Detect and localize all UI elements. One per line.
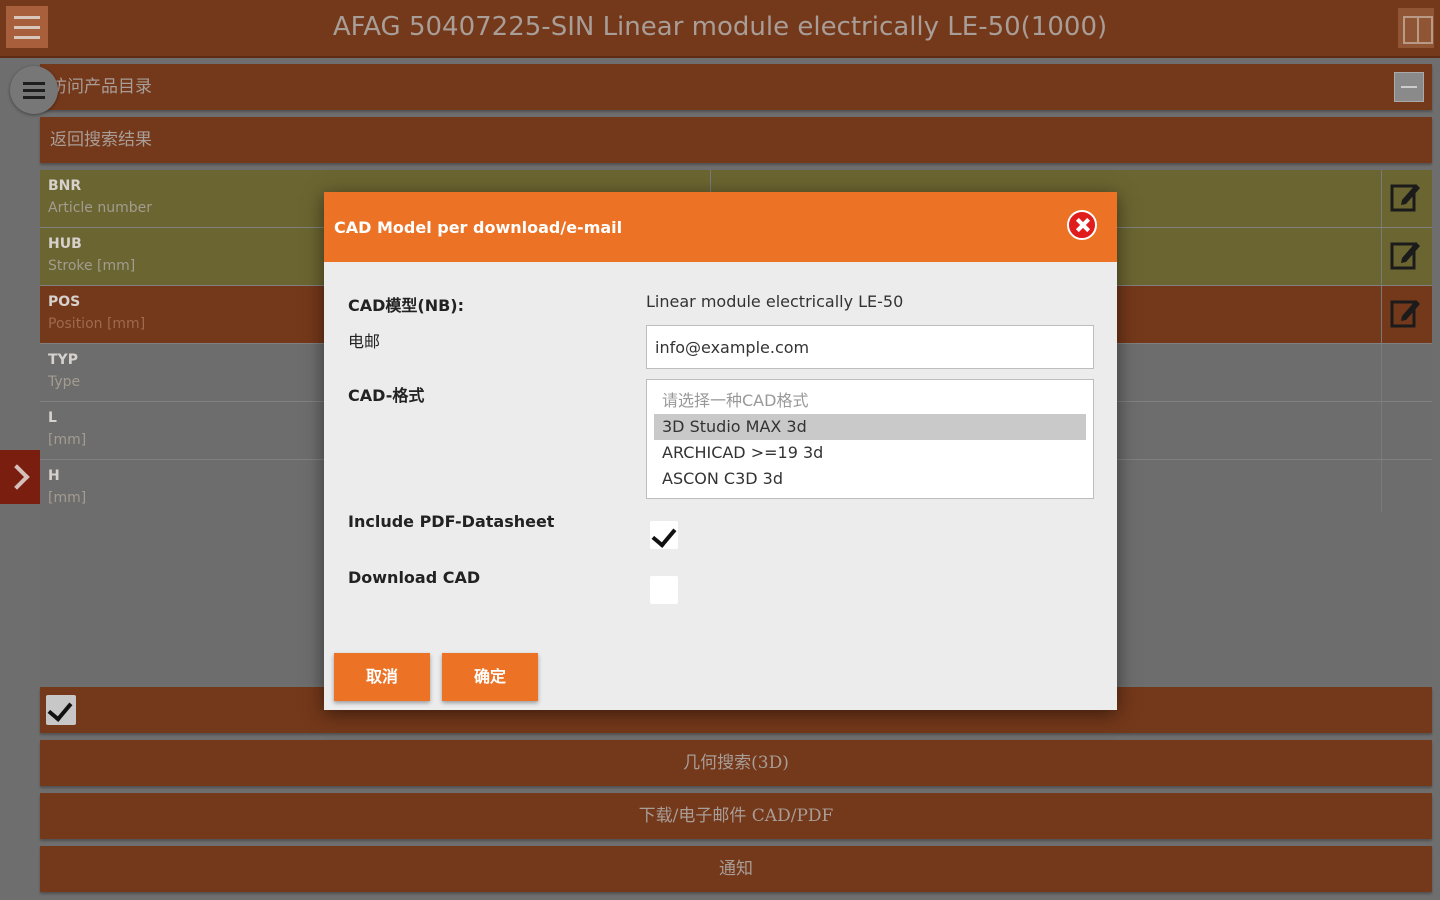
param-code: BNR <box>48 178 82 194</box>
catalog-label: 访问产品目录 <box>50 77 152 97</box>
notification-label: 通知 <box>719 859 753 879</box>
cad-model-value: Linear module electrically LE-50 <box>646 292 904 311</box>
param-code: POS <box>48 294 81 310</box>
download-cad-pdf-label: 下载/电子邮件 CAD/PDF <box>638 806 834 826</box>
catalog-bar[interactable]: 访问产品目录 <box>40 64 1432 110</box>
hamburger-menu-icon[interactable] <box>6 6 48 48</box>
back-to-results-bar[interactable]: 返回搜索结果 <box>40 117 1432 163</box>
app-title: AFAG 50407225-SIN Linear module electric… <box>332 12 1108 42</box>
edit-cell[interactable] <box>1381 228 1432 285</box>
download-cad-pdf-bar[interactable]: 下载/电子邮件 CAD/PDF <box>40 793 1432 839</box>
panel-toggle-icon[interactable] <box>1398 8 1434 48</box>
download-cad-checkbox[interactable] <box>650 576 678 604</box>
cad-model-label: CAD模型(NB): <box>348 296 465 315</box>
geometry-search-bar[interactable]: 几何搜索(3D) <box>40 740 1432 786</box>
check-icon <box>47 696 73 722</box>
param-desc: Position [mm] <box>48 316 146 332</box>
edit-icon[interactable] <box>1390 238 1420 270</box>
notification-bar[interactable]: 通知 <box>40 846 1432 892</box>
param-desc: Stroke [mm] <box>48 258 136 274</box>
include-pdf-checkbox[interactable] <box>650 521 678 549</box>
edit-cell[interactable] <box>1381 286 1432 343</box>
check-icon <box>651 522 677 548</box>
collapse-icon[interactable] <box>1394 72 1424 102</box>
ok-button[interactable]: 确定 <box>442 653 538 701</box>
param-code: HUB <box>48 236 82 252</box>
edit-cell <box>1381 402 1432 459</box>
cad-format-label: CAD-格式 <box>348 386 425 405</box>
format-option[interactable]: ARCHICAD >=19 3d <box>654 440 1086 466</box>
top-app-bar: AFAG 50407225-SIN Linear module electric… <box>0 0 1440 58</box>
param-desc: Article number <box>48 200 153 216</box>
include-pdf-label: Include PDF-Datasheet <box>348 512 555 531</box>
param-desc: Type <box>48 374 81 390</box>
format-option-placeholder[interactable]: 请选择一种CAD格式 <box>654 388 1086 414</box>
cancel-button[interactable]: 取消 <box>334 653 430 701</box>
edit-cell[interactable] <box>1381 170 1432 227</box>
expand-side-panel-chevron-icon[interactable] <box>0 450 40 504</box>
param-code: L <box>48 410 57 426</box>
param-desc: [mm] <box>48 432 87 448</box>
close-icon[interactable] <box>1067 210 1097 240</box>
edit-cell <box>1381 460 1432 517</box>
email-label: 电邮 <box>348 332 381 351</box>
list-icon[interactable] <box>10 66 58 114</box>
edit-icon[interactable] <box>1390 180 1420 212</box>
format-option[interactable]: 3D Studio MAX 3d <box>654 414 1086 440</box>
download-cad-label: Download CAD <box>348 568 481 587</box>
email-field[interactable] <box>646 325 1094 369</box>
param-code: H <box>48 468 60 484</box>
cad-format-list[interactable]: 请选择一种CAD格式 3D Studio MAX 3d ARCHICAD >=1… <box>646 379 1094 499</box>
bottom-checkbox[interactable] <box>46 695 76 725</box>
edit-cell <box>1381 344 1432 401</box>
cad-download-dialog: CAD Model per download/e-mail CAD模型(NB):… <box>324 192 1117 710</box>
edit-icon[interactable] <box>1390 296 1420 328</box>
format-option[interactable]: ASCON C3D 3d <box>654 466 1086 492</box>
geometry-search-label: 几何搜索(3D) <box>683 753 789 773</box>
param-code: TYP <box>48 352 78 368</box>
dialog-header: CAD Model per download/e-mail <box>324 192 1117 262</box>
dialog-title: CAD Model per download/e-mail <box>334 218 623 237</box>
param-desc: [mm] <box>48 490 87 506</box>
back-results-label: 返回搜索结果 <box>50 130 152 150</box>
